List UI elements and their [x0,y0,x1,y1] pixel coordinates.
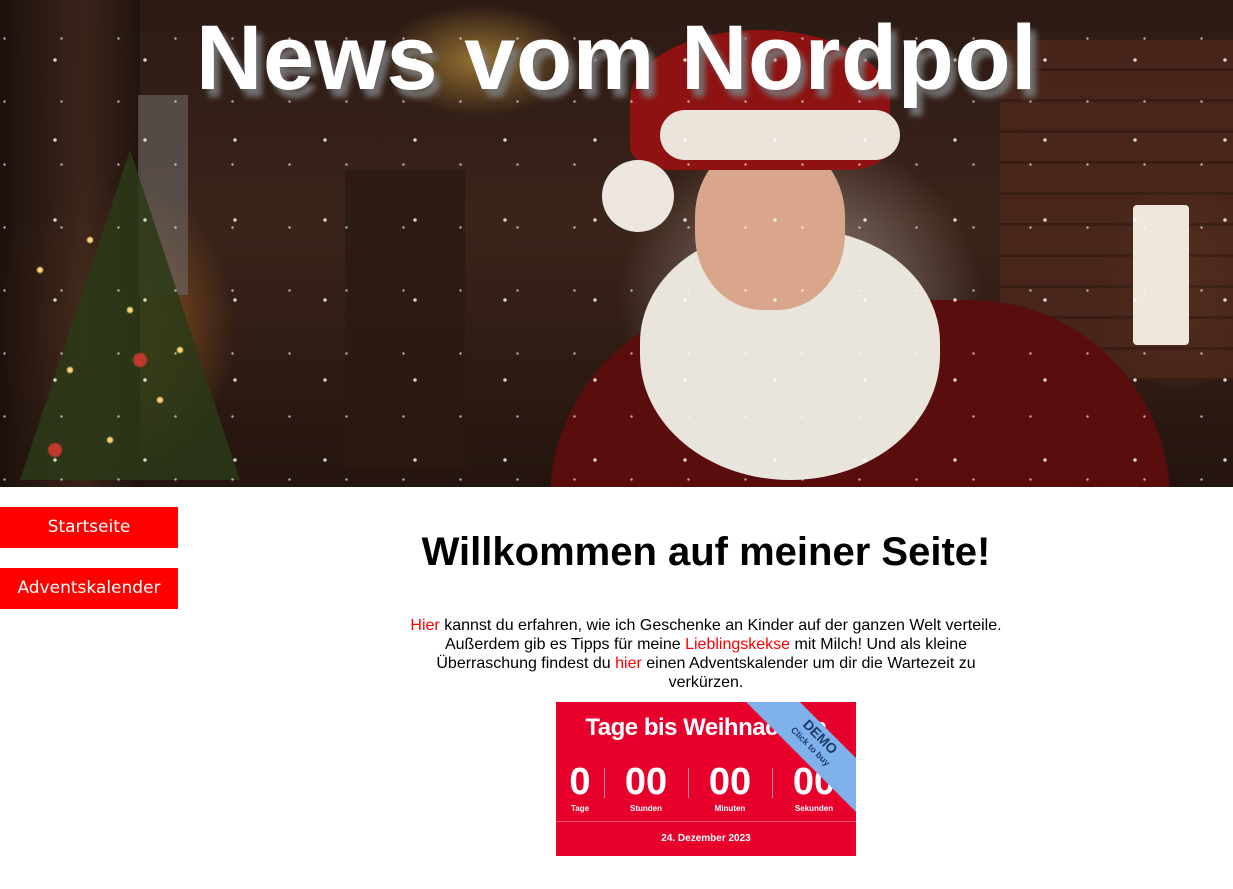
site-title: News vom Nordpol [195,7,1038,109]
countdown-date: 24. Dezember 2023 [556,821,856,856]
countdown-seconds-label: Sekunden [794,804,834,813]
sidebar-nav: Startseite Adventskalender [0,507,178,629]
countdown-days: 0 Tage [556,760,604,820]
link-hier[interactable]: Hier [410,617,439,634]
link-adventskalender-hier[interactable]: hier [615,655,642,672]
countdown-days-value: 0 [569,761,591,803]
header-banner: News vom Nordpol [0,0,1233,487]
nav-item-startseite[interactable]: Startseite [0,507,178,548]
countdown-hours: 00 Stunden [604,760,688,820]
countdown-hours-value: 00 [624,761,668,803]
countdown-minutes: 00 Minuten [688,760,772,820]
countdown-widget[interactable]: Tage bis Weihnachten 0 Tage 00 Stunden 0… [556,702,856,856]
countdown-minutes-value: 00 [708,761,752,803]
countdown-days-label: Tage [570,804,590,813]
countdown-cells: 0 Tage 00 Stunden 00 Minuten 00 Sekunden [556,760,856,820]
intro-text-3: einen Adventskalender um dir die Warteze… [641,655,976,691]
countdown-minutes-label: Minuten [714,804,746,813]
countdown-hours-label: Stunden [630,804,662,813]
link-lieblingskekse[interactable]: Lieblingskekse [685,636,790,653]
page-heading: Willkommen auf meiner Seite! [421,530,991,574]
intro-paragraph: Hier kannst du erfahren, wie ich Geschen… [380,616,1032,692]
main-content: Willkommen auf meiner Seite! Hier kannst… [380,520,1032,692]
nav-item-adventskalender[interactable]: Adventskalender [0,568,178,609]
